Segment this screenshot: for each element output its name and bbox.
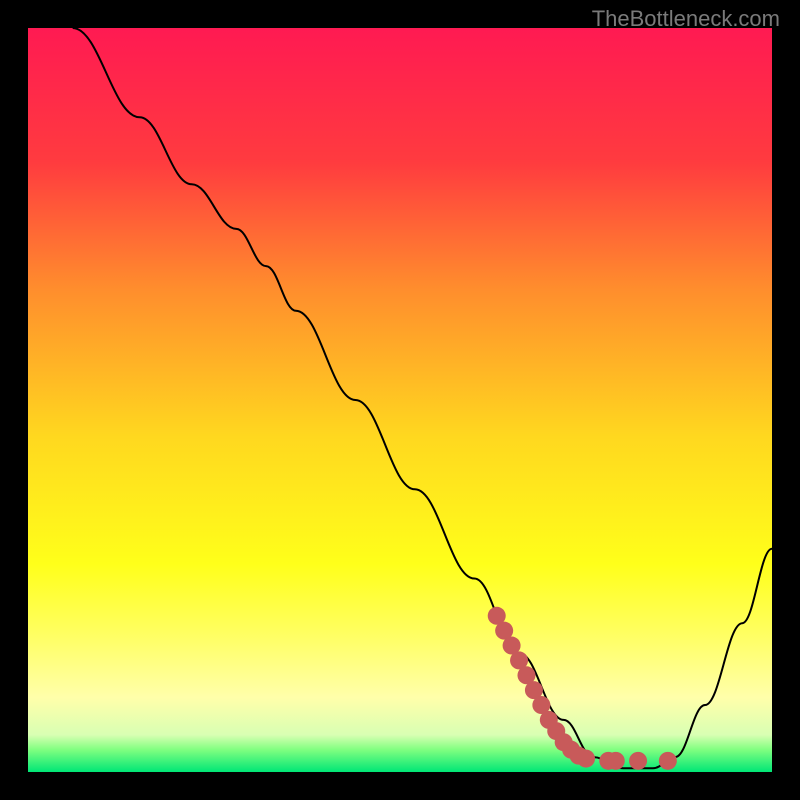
highlight-dot — [629, 752, 647, 770]
highlight-dot — [577, 750, 595, 768]
chart-background — [28, 28, 772, 772]
watermark-label: TheBottleneck.com — [592, 6, 780, 32]
highlight-dot — [607, 752, 625, 770]
chart-plot-area — [28, 28, 772, 772]
highlight-dot — [659, 752, 677, 770]
chart-svg — [28, 28, 772, 772]
